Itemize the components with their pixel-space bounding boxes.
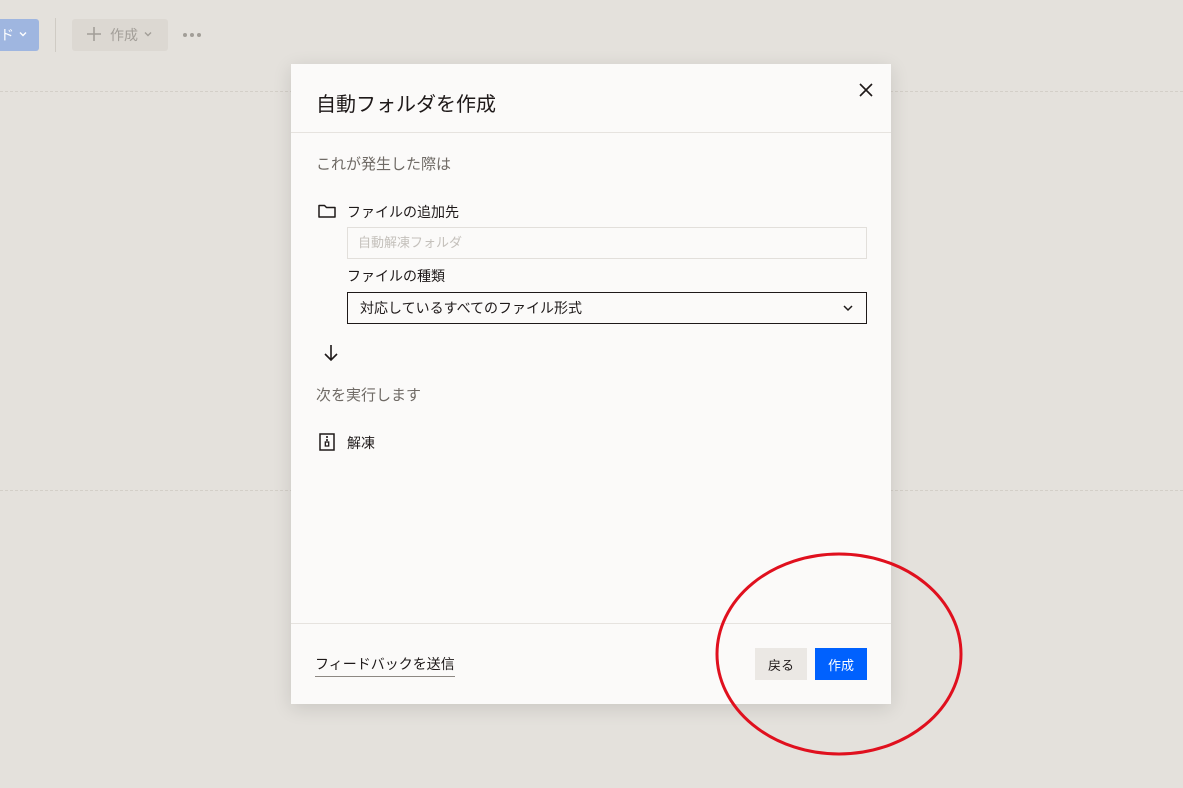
chevron-down-icon <box>842 302 854 314</box>
file-type-select[interactable]: 対応しているすべてのファイル形式 <box>347 292 867 324</box>
plus-icon <box>86 25 102 45</box>
create-menu-button[interactable]: 作成 <box>72 19 168 51</box>
more-options-icon[interactable] <box>181 24 203 46</box>
upload-button-label: ド <box>0 28 14 44</box>
folder-icon <box>317 201 337 221</box>
create-automated-folder-dialog: 自動フォルダを作成 これが発生した際は ファイルの追加先 ファイルの種類 対応し… <box>291 64 891 704</box>
back-button[interactable]: 戻る <box>755 648 807 680</box>
create-menu-label: 作成 <box>110 28 138 44</box>
toolbar-divider <box>55 18 56 52</box>
action-item-unzip: 解凍 <box>347 436 375 452</box>
close-icon[interactable] <box>854 78 878 102</box>
upload-button[interactable]: ド <box>0 19 39 51</box>
destination-folder-input[interactable] <box>347 227 867 259</box>
file-type-selected-value: 対応しているすべてのファイル形式 <box>360 301 583 317</box>
app-toolbar: ド 作成 <box>0 0 1183 70</box>
file-type-label: ファイルの種類 <box>347 269 445 285</box>
zip-file-icon <box>317 432 337 452</box>
dialog-footer: フィードバックを送信 戻る 作成 <box>291 623 891 705</box>
action-section-label: 次を実行します <box>316 386 422 404</box>
dialog-title: 自動フォルダを作成 <box>316 92 496 116</box>
chevron-down-icon <box>143 29 153 42</box>
trigger-section-label: これが発生した際は <box>316 155 452 173</box>
dialog-header: 自動フォルダを作成 <box>291 64 891 133</box>
arrow-down-icon <box>322 343 340 363</box>
send-feedback-link[interactable]: フィードバックを送信 <box>315 654 455 677</box>
create-button[interactable]: 作成 <box>815 648 867 680</box>
destination-label: ファイルの追加先 <box>347 205 459 221</box>
chevron-down-icon <box>18 29 28 42</box>
